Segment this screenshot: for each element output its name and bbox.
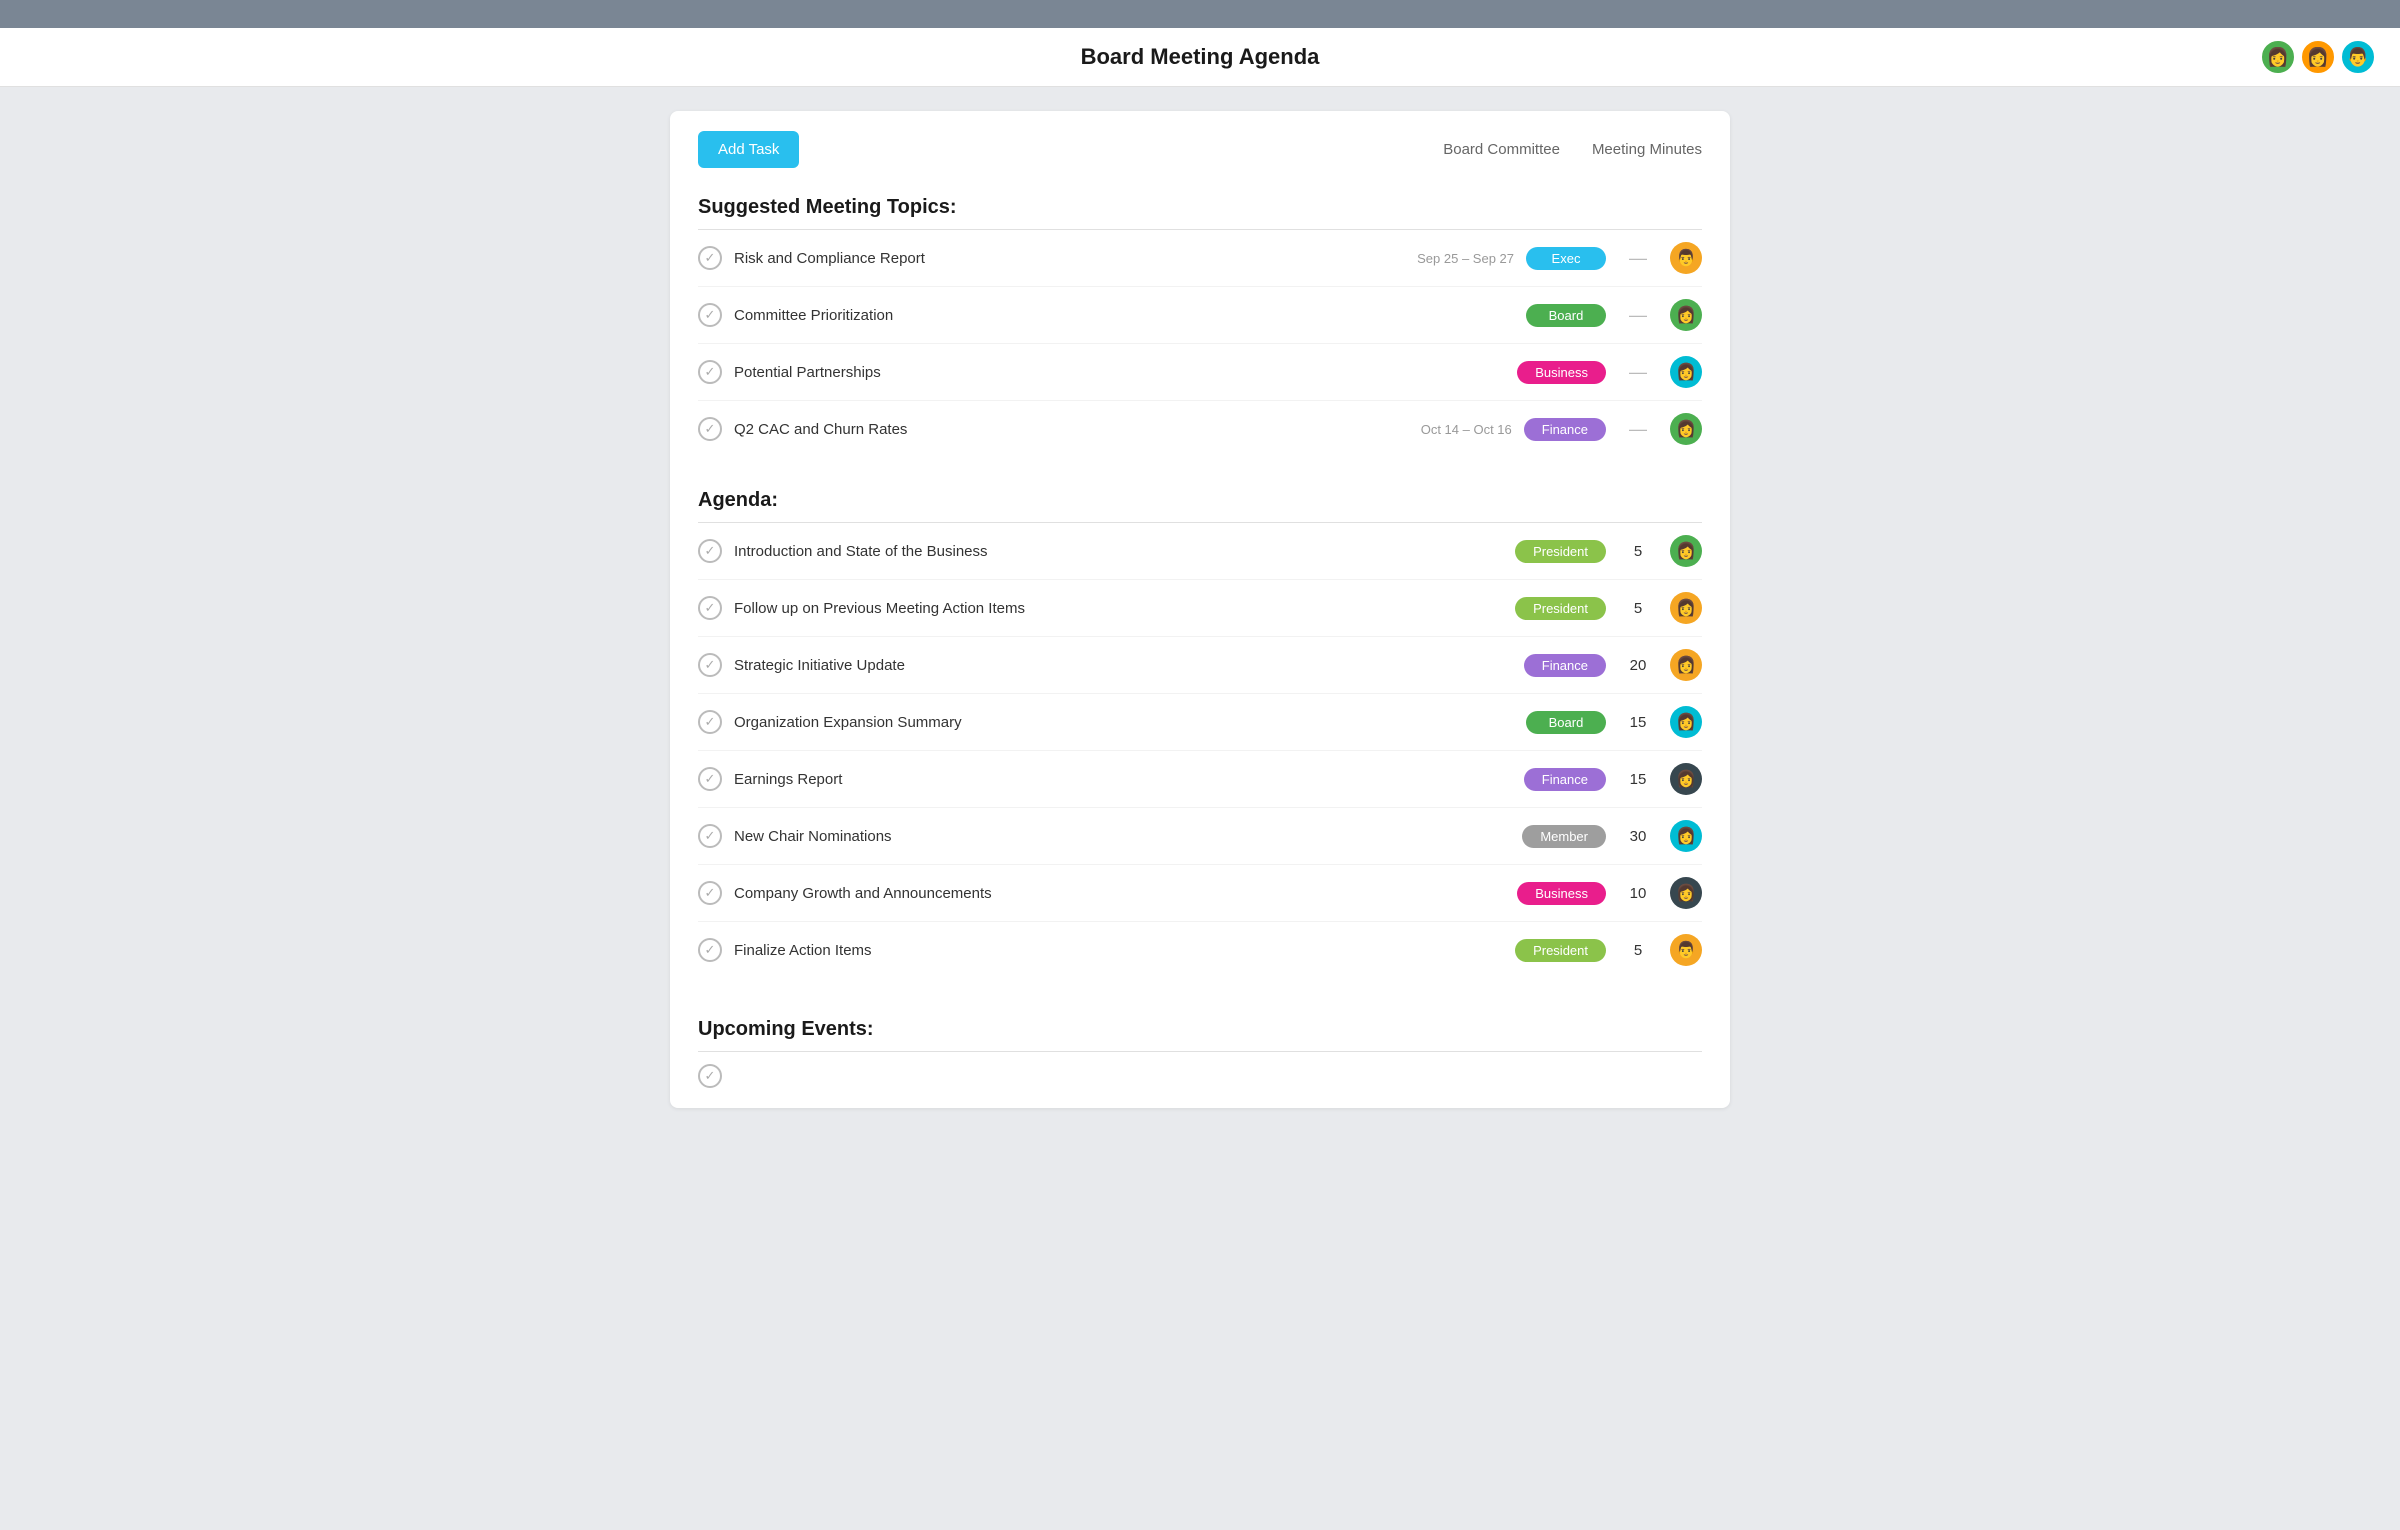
task-name: Committee Prioritization: [734, 307, 1382, 324]
check-icon[interactable]: ✓: [698, 360, 722, 384]
task-avatar: 👩: [1670, 820, 1702, 852]
check-icon[interactable]: ✓: [698, 881, 722, 905]
nav-meeting-minutes[interactable]: Meeting Minutes: [1592, 141, 1702, 158]
task-minutes: 15: [1618, 714, 1658, 731]
task-avatar: 👨: [1670, 934, 1702, 966]
task-avatar: 👩: [1670, 592, 1702, 624]
check-icon[interactable]: ✓: [698, 303, 722, 327]
avatar-2: 👩: [2300, 39, 2336, 75]
upcoming-events-title: Upcoming Events:: [698, 1018, 1702, 1052]
task-dash: —: [1618, 305, 1658, 326]
task-row: ✓ Company Growth and Announcements Busin…: [698, 865, 1702, 922]
task-row: ✓ Potential Partnerships Business — 👩: [698, 344, 1702, 401]
task-minutes: 15: [1618, 771, 1658, 788]
task-row: ✓ Risk and Compliance Report Sep 25 – Se…: [698, 230, 1702, 287]
header: Board Meeting Agenda 👩 👩 👨: [0, 28, 2400, 87]
task-row: ✓ Organization Expansion Summary Board 1…: [698, 694, 1702, 751]
task-name: Organization Expansion Summary: [734, 714, 1514, 731]
task-name: Q2 CAC and Churn Rates: [734, 421, 1380, 438]
task-row: ✓ Finalize Action Items President 5 👨: [698, 922, 1702, 978]
task-date: Sep 25 – Sep 27: [1394, 251, 1514, 266]
tag-board: Board: [1526, 711, 1606, 734]
check-icon[interactable]: ✓: [698, 710, 722, 734]
check-icon[interactable]: ✓: [698, 596, 722, 620]
task-date: Oct 14 – Oct 16: [1392, 422, 1512, 437]
avatar-3: 👨: [2340, 39, 2376, 75]
task-avatar: 👩: [1670, 877, 1702, 909]
check-icon[interactable]: ✓: [698, 938, 722, 962]
task-avatar: 👩: [1670, 649, 1702, 681]
task-avatar: 👩: [1670, 356, 1702, 388]
task-avatar: 👩: [1670, 413, 1702, 445]
check-icon[interactable]: ✓: [698, 824, 722, 848]
task-row: ✓: [698, 1052, 1702, 1108]
task-avatar: 👩: [1670, 706, 1702, 738]
task-dash: —: [1618, 419, 1658, 440]
tag-exec: Exec: [1526, 247, 1606, 270]
tag-president: President: [1515, 939, 1606, 962]
task-minutes: 5: [1618, 942, 1658, 959]
main-card: Add Task Board Committee Meeting Minutes…: [670, 111, 1730, 1108]
check-icon[interactable]: ✓: [698, 539, 722, 563]
task-dash: —: [1618, 362, 1658, 383]
task-name: Company Growth and Announcements: [734, 885, 1505, 902]
add-task-button[interactable]: Add Task: [698, 131, 799, 168]
task-row: ✓ Introduction and State of the Business…: [698, 523, 1702, 580]
page-title: Board Meeting Agenda: [1081, 44, 1320, 70]
avatar-1: 👩: [2260, 39, 2296, 75]
suggested-topics-section: Suggested Meeting Topics: ✓ Risk and Com…: [670, 184, 1730, 457]
tag-president: President: [1515, 597, 1606, 620]
task-name: New Chair Nominations: [734, 828, 1510, 845]
task-dash: —: [1618, 248, 1658, 269]
task-avatar: 👩: [1670, 299, 1702, 331]
task-row: ✓ New Chair Nominations Member 30 👩: [698, 808, 1702, 865]
nav-board-committee[interactable]: Board Committee: [1443, 141, 1560, 158]
task-row: ✓ Earnings Report Finance 15 👩: [698, 751, 1702, 808]
header-avatars: 👩 👩 👨: [2260, 39, 2376, 75]
task-row: ✓ Q2 CAC and Churn Rates Oct 14 – Oct 16…: [698, 401, 1702, 457]
check-icon[interactable]: ✓: [698, 417, 722, 441]
task-name: Earnings Report: [734, 771, 1512, 788]
tag-finance: Finance: [1524, 654, 1606, 677]
agenda-section: Agenda: ✓ Introduction and State of the …: [670, 477, 1730, 978]
check-icon[interactable]: ✓: [698, 767, 722, 791]
top-bar: [0, 0, 2400, 28]
task-row: ✓ Strategic Initiative Update Finance 20…: [698, 637, 1702, 694]
tag-member: Member: [1522, 825, 1606, 848]
task-minutes: 10: [1618, 885, 1658, 902]
task-row: ✓ Follow up on Previous Meeting Action I…: [698, 580, 1702, 637]
task-avatar: 👨: [1670, 242, 1702, 274]
card-nav: Board Committee Meeting Minutes: [1443, 141, 1702, 158]
suggested-topics-title: Suggested Meeting Topics:: [698, 196, 1702, 230]
task-name: Follow up on Previous Meeting Action Ite…: [734, 600, 1503, 617]
task-avatar: 👩: [1670, 763, 1702, 795]
tag-board: Board: [1526, 304, 1606, 327]
card-header: Add Task Board Committee Meeting Minutes: [670, 111, 1730, 184]
task-minutes: 30: [1618, 828, 1658, 845]
tag-business: Business: [1517, 882, 1606, 905]
task-name: Finalize Action Items: [734, 942, 1503, 959]
check-icon[interactable]: ✓: [698, 653, 722, 677]
task-name: Risk and Compliance Report: [734, 250, 1382, 267]
task-minutes: 5: [1618, 600, 1658, 617]
task-name: Strategic Initiative Update: [734, 657, 1512, 674]
tag-finance: Finance: [1524, 418, 1606, 441]
tag-finance: Finance: [1524, 768, 1606, 791]
tag-business: Business: [1517, 361, 1606, 384]
check-icon[interactable]: ✓: [698, 1064, 722, 1088]
task-name: Introduction and State of the Business: [734, 543, 1503, 560]
agenda-title: Agenda:: [698, 489, 1702, 523]
task-minutes: 20: [1618, 657, 1658, 674]
task-avatar: 👩: [1670, 535, 1702, 567]
task-row: ✓ Committee Prioritization Board — 👩: [698, 287, 1702, 344]
task-minutes: 5: [1618, 543, 1658, 560]
check-icon[interactable]: ✓: [698, 246, 722, 270]
upcoming-events-section: Upcoming Events: ✓: [670, 998, 1730, 1108]
task-name: Potential Partnerships: [734, 364, 1373, 381]
tag-president: President: [1515, 540, 1606, 563]
